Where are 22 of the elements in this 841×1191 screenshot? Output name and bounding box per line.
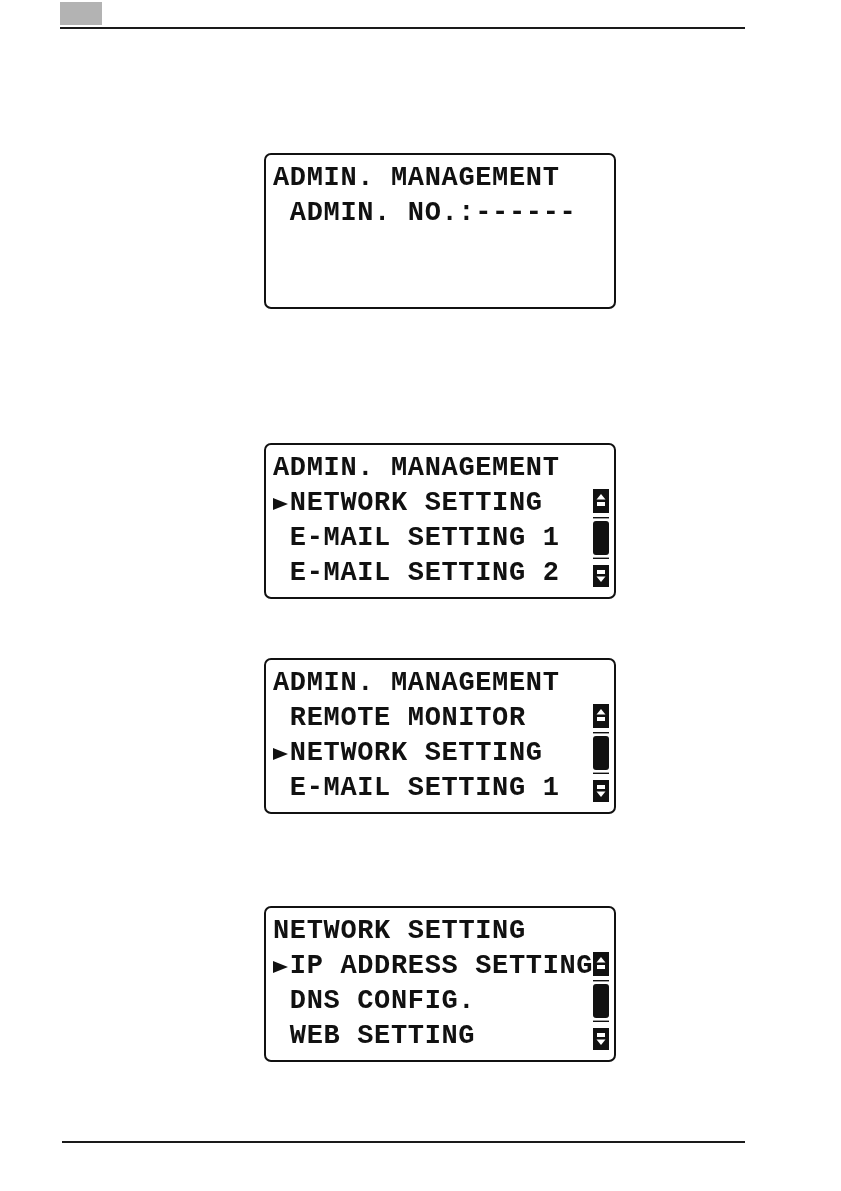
- cursor-triangle-icon: [273, 747, 288, 760]
- cursor-triangle-icon: [273, 960, 288, 973]
- menu-item[interactable]: NETWORK SETTING: [273, 736, 543, 771]
- menu-item[interactable]: E-MAIL SETTING 1: [289, 521, 560, 556]
- screen-title: ADMIN. MANAGEMENT: [273, 667, 560, 700]
- menu-item[interactable]: E-MAIL SETTING 1: [289, 771, 560, 806]
- admin-number-field[interactable]: ------: [475, 196, 577, 231]
- cursor-triangle-icon: [273, 497, 288, 510]
- menu-item[interactable]: NETWORK SETTING: [273, 486, 543, 521]
- menu-item[interactable]: E-MAIL SETTING 2: [289, 556, 560, 591]
- scrollbar-thumb: [593, 980, 609, 1022]
- menu-item[interactable]: WEB SETTING: [289, 1019, 476, 1054]
- menu-item[interactable]: DNS CONFIG.: [289, 984, 476, 1019]
- entry-label: ADMIN. NO.:: [289, 197, 476, 230]
- scrollbar-thumb: [593, 732, 609, 774]
- scrollbar-thumb: [593, 517, 609, 559]
- screen-title: ADMIN. MANAGEMENT: [273, 452, 560, 485]
- square-marker-icon: [60, 2, 102, 25]
- screen-title: NETWORK SETTING: [273, 915, 526, 948]
- menu-item[interactable]: IP ADDRESS SETTING: [273, 949, 594, 984]
- screen-title: ADMIN. MANAGEMENT: [273, 162, 560, 195]
- menu-item[interactable]: REMOTE MONITOR: [289, 701, 526, 736]
